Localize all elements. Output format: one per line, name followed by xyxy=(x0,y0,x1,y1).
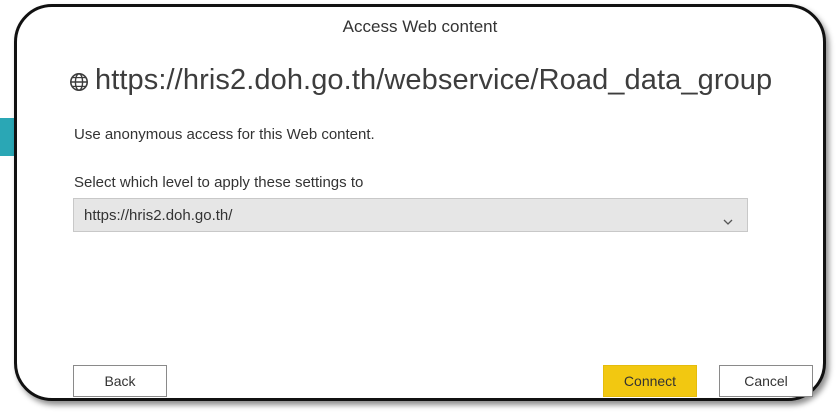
access-web-content-dialog: Access Web content https://hris2.doh.go.… xyxy=(14,4,826,401)
globe-icon xyxy=(69,72,89,92)
dialog-title: Access Web content xyxy=(342,17,498,36)
connect-button[interactable]: Connect xyxy=(603,365,697,397)
level-select-label: Select which level to apply these settin… xyxy=(74,174,364,191)
url-heading: https://hris2.doh.go.th/webservice/Road_… xyxy=(69,64,772,97)
url-text: https://hris2.doh.go.th/webservice/Road_… xyxy=(95,64,773,96)
cancel-button[interactable]: Cancel xyxy=(719,365,813,397)
chevron-down-icon xyxy=(723,212,733,225)
anonymous-access-text: Use anonymous access for this Web conten… xyxy=(74,126,375,143)
screenshot-stage: Access Web content https://hris2.doh.go.… xyxy=(0,0,838,412)
back-button[interactable]: Back xyxy=(73,365,167,397)
level-select-value: https://hris2.doh.go.th/ xyxy=(84,206,233,224)
level-select-dropdown[interactable]: https://hris2.doh.go.th/ xyxy=(73,198,748,232)
